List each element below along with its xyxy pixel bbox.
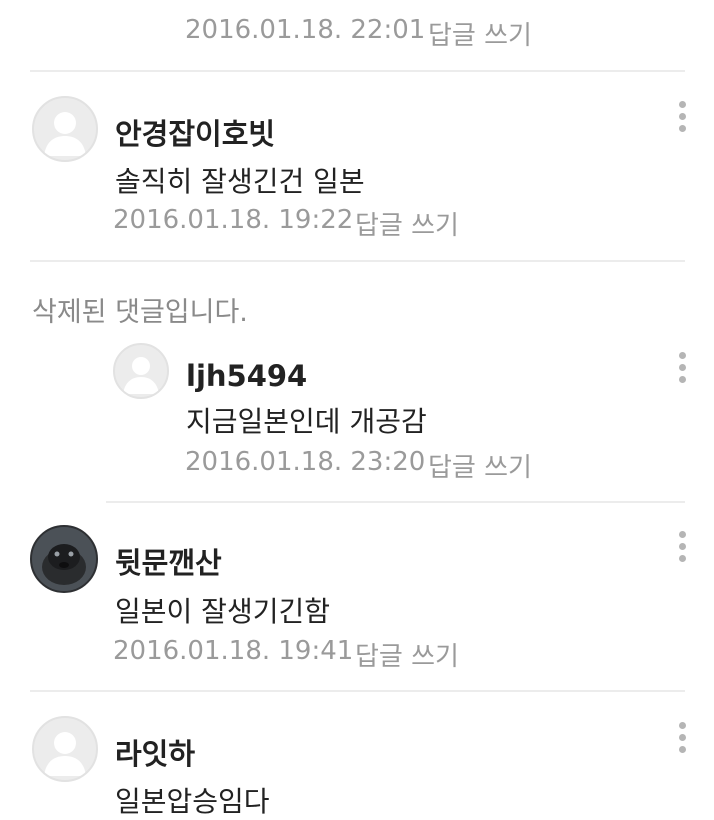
avatar[interactable] xyxy=(30,525,98,593)
comment-timestamp: 2016.01.18. 19:41 xyxy=(113,636,354,666)
default-avatar-icon xyxy=(44,112,86,156)
divider xyxy=(30,260,685,262)
reply-button[interactable]: 답글 쓰기 xyxy=(428,15,532,52)
avatar[interactable] xyxy=(32,716,98,782)
comment-author[interactable]: ljh5494 xyxy=(186,359,307,393)
comment-text: 일본압승임다 xyxy=(115,785,270,818)
comment-author[interactable]: 안경잡이호빗 xyxy=(115,111,275,153)
comment-author[interactable]: 라잇하 xyxy=(115,731,195,773)
comment-text: 솔직히 잘생긴건 일본 xyxy=(115,165,365,198)
comment-text: 지금일본인데 개공감 xyxy=(186,405,427,438)
avatar[interactable] xyxy=(32,96,98,162)
more-vertical-icon[interactable] xyxy=(677,722,687,758)
divider xyxy=(106,501,685,503)
reply-button[interactable]: 답글 쓰기 xyxy=(428,447,532,484)
reply-button[interactable]: 답글 쓰기 xyxy=(355,636,459,673)
more-vertical-icon[interactable] xyxy=(677,531,687,567)
comment-timestamp: 2016.01.18. 22:01 xyxy=(185,15,426,45)
reply-button[interactable]: 답글 쓰기 xyxy=(355,205,459,242)
animal-photo-avatar-icon xyxy=(32,527,96,591)
avatar[interactable] xyxy=(113,343,169,399)
divider xyxy=(30,690,685,692)
comment-text: 일본이 잘생기긴함 xyxy=(115,595,330,628)
more-vertical-icon[interactable] xyxy=(677,101,687,137)
more-vertical-icon[interactable] xyxy=(677,352,687,388)
default-avatar-icon xyxy=(123,357,159,394)
deleted-comment-notice: 삭제된 댓글입니다. xyxy=(32,297,248,328)
default-avatar-icon xyxy=(44,732,86,776)
comment-timestamp: 2016.01.18. 23:20 xyxy=(185,447,426,477)
comment-timestamp: 2016.01.18. 19:22 xyxy=(113,205,354,235)
divider xyxy=(30,70,685,72)
comment-author[interactable]: 뒷문깬산 xyxy=(115,540,222,582)
